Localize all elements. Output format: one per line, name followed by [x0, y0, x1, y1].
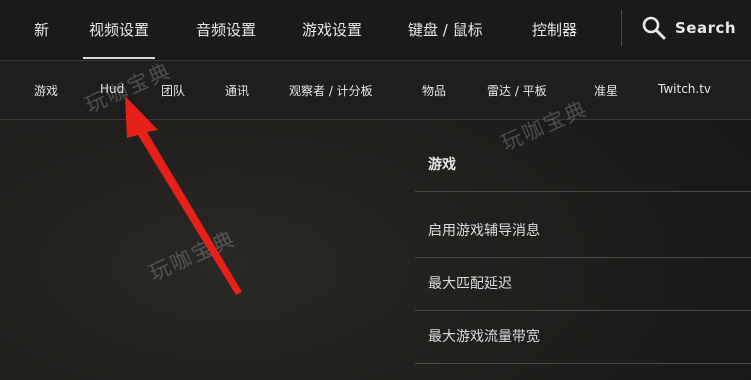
setting-row-max-match-latency[interactable]: 最大匹配延迟 [415, 258, 751, 311]
tab-keyboard-mouse[interactable]: 键盘 / 鼠标 [408, 19, 483, 40]
subtab-twitch[interactable]: Twitch.tv [658, 82, 711, 96]
search-button[interactable]: Search [641, 14, 736, 42]
tab-audio-settings[interactable]: 音频设置 [196, 19, 256, 40]
subtab-crosshair[interactable]: 准星 [594, 82, 618, 99]
subtab-items[interactable]: 物品 [422, 82, 446, 99]
setting-label: 启用游戏辅导消息 [428, 223, 540, 239]
sub-nav-separator [0, 119, 751, 120]
subtab-team[interactable]: 团队 [161, 82, 185, 99]
subtab-spectator-scoreboard[interactable]: 观察者 / 计分板 [289, 82, 373, 99]
settings-screen: 新 视频设置 音频设置 游戏设置 键盘 / 鼠标 控制器 Search 游戏 H… [0, 0, 751, 380]
subtab-communication[interactable]: 通讯 [225, 82, 249, 99]
setting-label: 最大匹配延迟 [428, 276, 512, 292]
tab-controller[interactable]: 控制器 [532, 19, 577, 40]
section-divider [415, 191, 751, 192]
setting-row-max-bandwidth[interactable]: 最大游戏流量带宽 [415, 311, 751, 364]
setting-row-enable-game-tips[interactable]: 启用游戏辅导消息 [415, 205, 751, 258]
watermark: 玩咖宝典 [145, 226, 240, 286]
setting-label: 最大游戏流量带宽 [428, 329, 540, 345]
tab-new[interactable]: 新 [34, 19, 49, 40]
tab-game-settings[interactable]: 游戏设置 [302, 19, 362, 40]
section-title: 游戏 [428, 157, 456, 173]
subtab-radar-tablet[interactable]: 雷达 / 平板 [487, 82, 547, 99]
search-icon [641, 15, 667, 41]
sub-nav: 游戏 Hud 团队 通讯 观察者 / 计分板 物品 雷达 / 平板 准星 Twi… [0, 61, 751, 119]
subtab-game[interactable]: 游戏 [34, 82, 58, 99]
top-nav: 新 视频设置 音频设置 游戏设置 键盘 / 鼠标 控制器 Search [0, 0, 751, 60]
search-label: Search [675, 19, 737, 37]
subtab-hud[interactable]: Hud [100, 82, 124, 96]
nav-divider [621, 10, 622, 46]
tab-video-settings[interactable]: 视频设置 [82, 19, 156, 59]
